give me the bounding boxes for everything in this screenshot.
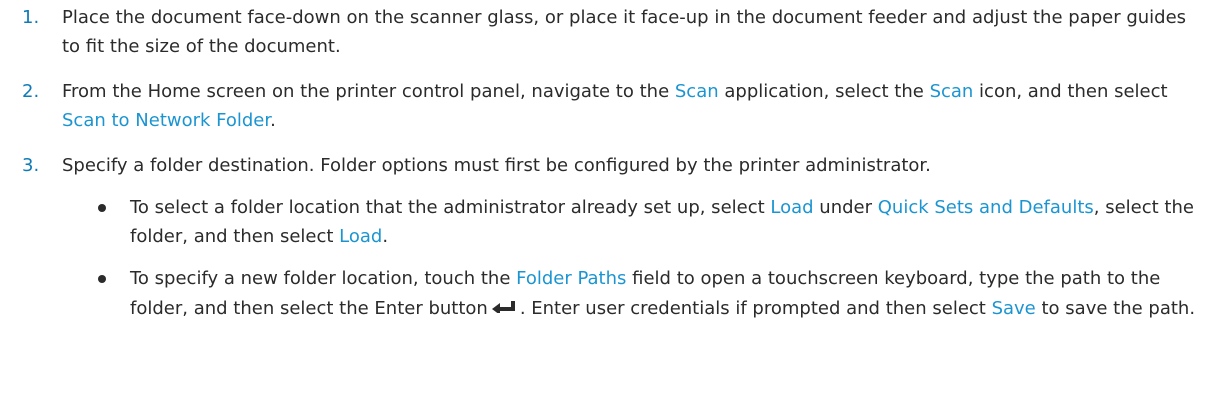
ui-term-folder-paths: Folder Paths [516, 268, 627, 289]
ui-term-scan-to-network-folder: Scan to Network Folder [62, 110, 271, 131]
ui-term-scan-icon: Scan [929, 81, 974, 102]
ui-term-save: Save [991, 298, 1036, 319]
ui-term-scan-app: Scan [674, 81, 719, 102]
step-number: 2. [22, 81, 40, 102]
ui-term-quick-sets-and-defaults: Quick Sets and Defaults [877, 197, 1094, 218]
bullet-item: To select a folder location that the adm… [96, 193, 1202, 251]
document-page: 1. Place the document face-down on the s… [0, 0, 1216, 416]
step-number: 3. [22, 155, 40, 176]
step-1: 1. Place the document face-down on the s… [0, 3, 1216, 61]
bullet-dot-icon [98, 275, 106, 283]
step-number: 1. [22, 7, 40, 28]
step-2: 2. From the Home screen on the printer c… [0, 77, 1216, 135]
bullet-text-segment: . [382, 226, 389, 247]
bullet-text-segment: under [813, 197, 878, 218]
bullet-text-segment: To specify a new folder location, touch … [130, 268, 517, 289]
step-text: Specify a folder destination. Folder opt… [62, 155, 931, 176]
bullet-dot-icon [98, 204, 106, 212]
step-text-segment: application, select the [718, 81, 930, 102]
ui-term-load: Load [770, 197, 814, 218]
bullet-item: To specify a new folder location, touch … [96, 264, 1202, 325]
ui-term-load: Load [339, 226, 383, 247]
bullet-text-segment: to save the path. [1035, 298, 1196, 319]
step-text-segment: . [270, 110, 276, 131]
step-text-segment: icon, and then select [973, 81, 1168, 102]
bullet-text-segment: To select a folder location that the adm… [130, 197, 771, 218]
bullet-text-segment: . Enter user credentials if prompted and… [519, 298, 992, 319]
bullet-list: To select a folder location that the adm… [62, 193, 1202, 325]
step-text-segment: From the Home screen on the printer cont… [62, 81, 675, 102]
step-text: Place the document face-down on the scan… [62, 7, 1187, 57]
step-3: 3. Specify a folder destination. Folder … [0, 151, 1216, 325]
enter-arrow-icon [491, 293, 516, 322]
